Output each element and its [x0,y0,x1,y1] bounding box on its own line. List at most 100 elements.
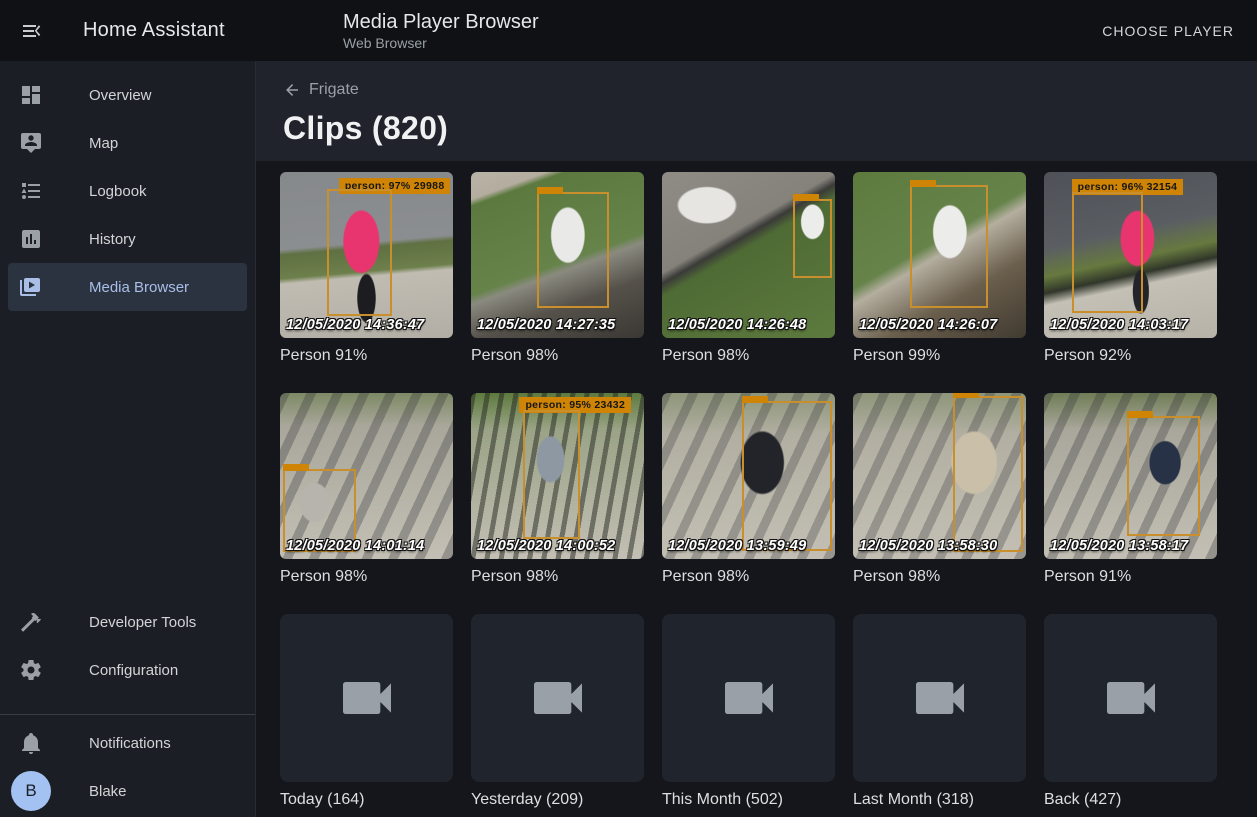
clip-label: Person 98% [471,347,644,365]
timestamp-overlay: 12/05/2020 13:59:49 [668,538,806,554]
sidebar-item-label: Media Browser [89,279,189,296]
clip-thumbnail: person: 95% 23432 12/05/2020 14:00:52 [471,393,644,559]
breadcrumb-label: Frigate [309,81,359,99]
bounding-box [537,192,610,308]
clip-label: Person 92% [1044,347,1217,365]
detection-minilabel [953,393,979,398]
folder-card [471,614,644,782]
sidebar-toggle-icon[interactable] [20,19,44,43]
app-title: Home Assistant [83,19,225,42]
sidebar-item-label: Developer Tools [89,614,196,631]
sidebar-bottom: Developer Tools Configuration Notificati… [0,598,255,815]
folder-label: Yesterday (209) [471,791,644,809]
clips-row: person: 97% 29988 12/05/2020 14:36:47 Pe… [280,172,1257,365]
clip-label: Person 98% [280,568,453,586]
clip-tile[interactable]: 12/05/2020 14:27:35 Person 98% [471,172,644,365]
clip-thumbnail: 12/05/2020 13:58:17 [1044,393,1217,559]
page-header-title: Media Player Browser [343,10,1094,34]
media-browser-header: Frigate Clips (820) [256,61,1257,161]
clip-label: Person 99% [853,347,1026,365]
sidebar-item-label: History [89,231,136,248]
timestamp-overlay: 12/05/2020 13:58:30 [859,538,997,554]
clip-tile[interactable]: 12/05/2020 14:01:14 Person 98% [280,393,453,586]
video-icon [717,666,781,730]
clip-tile[interactable]: 12/05/2020 13:58:17 Person 91% [1044,393,1217,586]
sidebar: Overview Map Logbook History Media Brows… [0,61,256,817]
sidebar-item-notifications[interactable]: Notifications [0,719,255,767]
clip-label: Person 98% [853,568,1026,586]
bounding-box [1072,192,1143,313]
bounding-box [953,396,1022,552]
arrow-left-icon [283,81,301,99]
sidebar-item-history[interactable]: History [0,215,255,263]
topbar-left: Home Assistant [0,19,256,43]
sidebar-item-configuration[interactable]: Configuration [0,646,255,694]
user-name: Blake [89,783,127,800]
chart-box-icon [19,227,43,251]
clip-thumbnail: 12/05/2020 14:26:07 [853,172,1026,338]
clip-tile[interactable]: 12/05/2020 14:26:48 Person 98% [662,172,835,365]
folder-label: Last Month (318) [853,791,1026,809]
clip-label: Person 91% [1044,568,1217,586]
detection-minilabel [793,194,819,201]
clip-label: Person 91% [280,347,453,365]
clip-label: Person 98% [471,568,644,586]
clip-tile[interactable]: 12/05/2020 13:58:30 Person 98% [853,393,1026,586]
folder-tile-last-month[interactable]: Last Month (318) [853,614,1026,809]
detection-minilabel [537,187,563,194]
choose-player-button[interactable]: CHOOSE PLAYER [1094,15,1242,47]
video-icon [908,666,972,730]
clips-grid: person: 97% 29988 12/05/2020 14:36:47 Pe… [256,161,1257,817]
clip-tile[interactable]: person: 95% 23432 12/05/2020 14:00:52 Pe… [471,393,644,586]
folder-tile-back[interactable]: Back (427) [1044,614,1217,809]
page-header-subtitle: Web Browser [343,34,1094,52]
detection-minilabel [283,464,309,471]
sidebar-item-label: Notifications [89,735,171,752]
bell-icon [19,731,43,755]
sidebar-item-label: Configuration [89,662,178,679]
clip-thumbnail: 12/05/2020 14:27:35 [471,172,644,338]
clip-label: Person 98% [662,347,835,365]
sidebar-item-logbook[interactable]: Logbook [0,167,255,215]
folders-row: Today (164) Yesterday (209) This Month (… [280,614,1257,809]
clip-tile[interactable]: person: 96% 32154 12/05/2020 14:03:17 Pe… [1044,172,1217,365]
gear-icon [19,658,43,682]
play-box-multiple-icon [19,275,43,299]
timestamp-overlay: 12/05/2020 14:00:52 [477,538,615,554]
sidebar-item-developer-tools[interactable]: Developer Tools [0,598,255,646]
clip-tile[interactable]: 12/05/2020 14:26:07 Person 99% [853,172,1026,365]
sidebar-item-media-browser[interactable]: Media Browser [8,263,247,311]
clip-tile[interactable]: person: 97% 29988 12/05/2020 14:36:47 Pe… [280,172,453,365]
folder-card [280,614,453,782]
hammer-icon [19,610,43,634]
timestamp-overlay: 12/05/2020 14:26:07 [859,317,997,333]
clip-thumbnail: person: 97% 29988 12/05/2020 14:36:47 [280,172,453,338]
main-pane: Frigate Clips (820) person: 97% 29988 12… [256,61,1257,817]
folder-tile-today[interactable]: Today (164) [280,614,453,809]
folder-card [853,614,1026,782]
folder-card [662,614,835,782]
dashboard-icon [19,83,43,107]
folder-tile-this-month[interactable]: This Month (502) [662,614,835,809]
clip-thumbnail: 12/05/2020 14:26:48 [662,172,835,338]
top-app-bar: Home Assistant Media Player Browser Web … [0,0,1257,61]
folder-tile-yesterday[interactable]: Yesterday (209) [471,614,644,809]
topbar-title-block: Media Player Browser Web Browser [256,10,1094,52]
clip-thumbnail: 12/05/2020 13:58:30 [853,393,1026,559]
clip-tile[interactable]: 12/05/2020 13:59:49 Person 98% [662,393,835,586]
sidebar-item-label: Logbook [89,183,147,200]
folder-card [1044,614,1217,782]
sidebar-item-label: Map [89,135,118,152]
breadcrumb-back[interactable]: Frigate [283,81,359,99]
video-icon [335,666,399,730]
sidebar-divider [0,714,255,715]
tooltip-account-icon [19,131,43,155]
sidebar-item-overview[interactable]: Overview [0,71,255,119]
timestamp-overlay: 12/05/2020 13:58:17 [1050,538,1188,554]
sidebar-item-label: Overview [89,87,152,104]
sidebar-item-user[interactable]: B Blake [0,767,255,815]
detection-minilabel [1127,411,1153,418]
timestamp-overlay: 12/05/2020 14:36:47 [286,317,424,333]
sidebar-item-map[interactable]: Map [0,119,255,167]
video-icon [526,666,590,730]
